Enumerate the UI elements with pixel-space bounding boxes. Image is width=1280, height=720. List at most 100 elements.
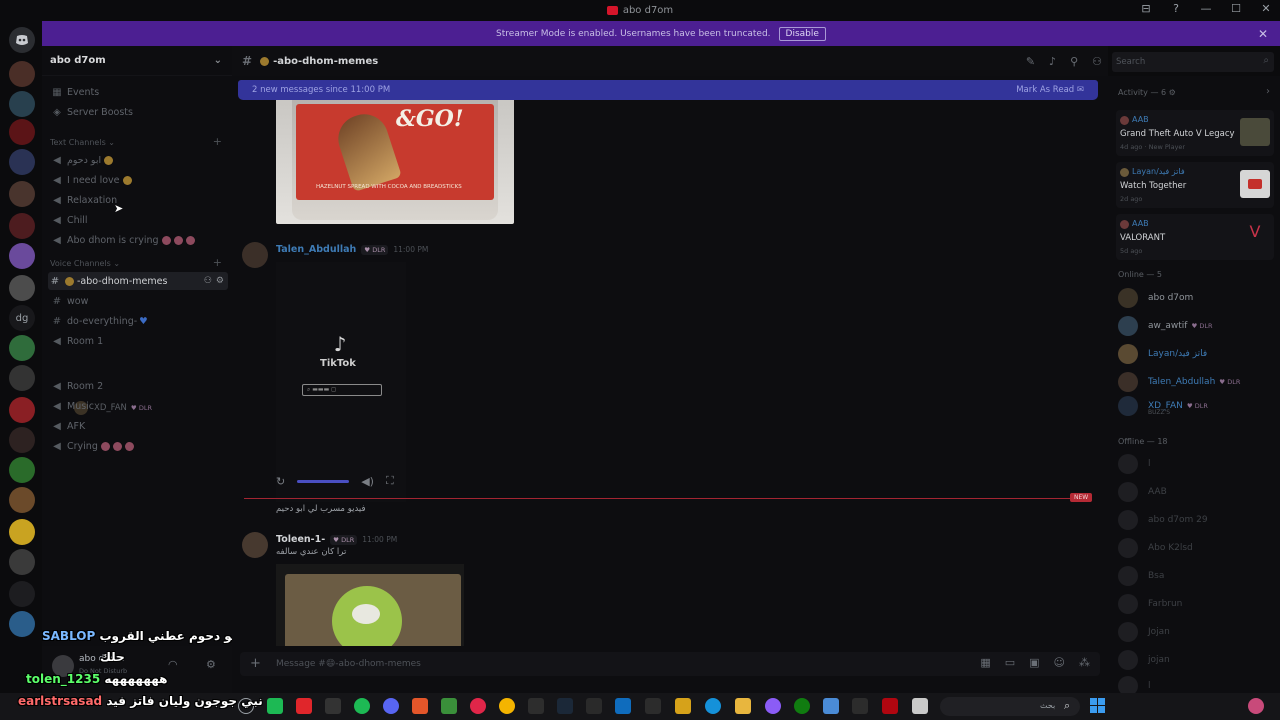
bell-icon[interactable]: ♪: [1049, 55, 1056, 68]
store-icon[interactable]: [645, 698, 661, 714]
member-item[interactable]: Jojan: [1118, 620, 1170, 644]
server-icon[interactable]: [9, 427, 35, 453]
edge-icon[interactable]: [705, 698, 721, 714]
add-channel-icon[interactable]: +: [213, 256, 222, 269]
gift-icon[interactable]: ▦: [980, 656, 990, 669]
category-text-channels[interactable]: Text Channels ⌄: [50, 138, 115, 147]
threads-icon[interactable]: ✎: [1026, 55, 1035, 68]
member-item[interactable]: Layan/فاتز فيد: [1118, 342, 1207, 366]
message-author[interactable]: Toleen-1-: [276, 534, 325, 545]
outlook-icon[interactable]: [615, 698, 631, 714]
image-attachment[interactable]: &GO! HAZELNUT SPREAD WITH COCOA AND BREA…: [276, 98, 514, 224]
app-icon[interactable]: [528, 698, 544, 714]
member-item[interactable]: aw_awtif ♥ DLR: [1118, 314, 1213, 338]
app-icon[interactable]: [912, 698, 928, 714]
channel-item[interactable]: ◀ AFK: [50, 417, 85, 435]
members-icon[interactable]: ⚇: [1092, 55, 1102, 68]
member-item[interactable]: XD_FAN ♥ DLR BUZZ'S: [1118, 394, 1208, 418]
youtube-icon[interactable]: [296, 698, 312, 714]
volume-slider[interactable]: [297, 479, 350, 483]
channel-item[interactable]: ◀ Abo dhom is crying: [50, 231, 195, 249]
message-author[interactable]: Talen_Abdullah: [276, 244, 356, 255]
pin-icon[interactable]: ⚲: [1070, 55, 1078, 68]
member-item[interactable]: Farbrun: [1118, 592, 1182, 616]
member-item[interactable]: l: [1118, 452, 1151, 476]
mark-as-read-button[interactable]: Mark As Read ✉: [1016, 85, 1084, 95]
channel-item[interactable]: ◀ Room 2: [50, 377, 103, 395]
add-channel-icon[interactable]: +: [213, 135, 222, 148]
activity-card[interactable]: AAB VALORANT 5d ago V: [1116, 214, 1274, 260]
app-icon[interactable]: [765, 698, 781, 714]
server-icon[interactable]: [9, 181, 35, 207]
close-banner-icon[interactable]: ✕: [1258, 27, 1268, 41]
headset-icon[interactable]: ◠: [168, 658, 178, 671]
server-icon[interactable]: [9, 549, 35, 575]
member-item[interactable]: Talen_Abdullah ♥ DLR: [1118, 370, 1240, 394]
app-icon[interactable]: [852, 698, 868, 714]
server-icon[interactable]: [9, 581, 35, 607]
steam-icon[interactable]: [557, 698, 573, 714]
disable-streamer-mode-button[interactable]: Disable: [778, 26, 826, 41]
channel-item[interactable]: ◀ Crying: [50, 437, 134, 455]
server-icon[interactable]: dg: [9, 305, 35, 331]
server-icon[interactable]: [9, 365, 35, 391]
search-input[interactable]: Search ⌕: [1112, 52, 1274, 72]
channel-item[interactable]: ◀ Music: [50, 397, 94, 415]
activity-card[interactable]: AAB Grand Theft Auto V Legacy 4d ago · N…: [1116, 110, 1274, 156]
invite-icon[interactable]: ⚇: [204, 276, 212, 286]
server-icon[interactable]: [9, 275, 35, 301]
server-icon[interactable]: [9, 519, 35, 545]
server-icon[interactable]: [9, 61, 35, 87]
new-messages-bar[interactable]: 2 new messages since 11:00 PM Mark As Re…: [238, 80, 1098, 100]
app-icon[interactable]: [412, 698, 428, 714]
message-input[interactable]: Message #😄-abo-dhom-memes: [240, 652, 1100, 676]
server-icon[interactable]: [9, 149, 35, 175]
sticker-icon[interactable]: ▣: [1029, 656, 1039, 669]
taskbar-search[interactable]: بحث ⌕: [940, 697, 1080, 716]
minecraft-icon[interactable]: [441, 698, 457, 714]
avatar[interactable]: [242, 532, 268, 558]
home-icon[interactable]: [9, 27, 35, 53]
channel-item[interactable]: ◀ Chill: [50, 211, 87, 229]
netflix-icon[interactable]: [882, 698, 898, 714]
channel-item[interactable]: ◀ Relaxation: [50, 191, 117, 209]
member-item[interactable]: l: [1118, 674, 1151, 693]
member-item[interactable]: jojan: [1118, 648, 1170, 672]
xbox-icon[interactable]: [794, 698, 810, 714]
chevron-right-icon[interactable]: ›: [1266, 86, 1270, 97]
channel-item[interactable]: ◀ I need love: [50, 171, 132, 189]
discord-icon[interactable]: [383, 698, 399, 714]
notification-icon[interactable]: [1248, 698, 1264, 714]
chrome-icon[interactable]: [499, 698, 515, 714]
fullscreen-icon[interactable]: ⛶: [386, 474, 394, 488]
guild-header[interactable]: abo d7om ⌄: [42, 46, 232, 76]
category-voice-channels[interactable]: Voice Channels ⌄: [50, 259, 120, 268]
avatar[interactable]: [242, 242, 268, 268]
server-icon[interactable]: [9, 243, 35, 269]
member-item[interactable]: Abo K2lsd: [1118, 536, 1193, 560]
gear-icon[interactable]: ⚙: [216, 276, 224, 286]
channel-item[interactable]: # do-everything- ♥: [50, 312, 148, 330]
add-attachment-icon[interactable]: +: [250, 656, 261, 671]
epic-games-icon[interactable]: [586, 698, 602, 714]
app-icon[interactable]: [675, 698, 691, 714]
channel-item-active[interactable]: # -abo-dhom-memes ⚇ ⚙: [48, 272, 228, 290]
replay-icon[interactable]: ↻: [276, 475, 285, 488]
minimize-button[interactable]: —: [1198, 2, 1214, 15]
help-icon[interactable]: ?: [1168, 2, 1184, 15]
sidebar-item-server-boosts[interactable]: ◈ Server Boosts: [50, 103, 133, 121]
gif-attachment[interactable]: [276, 564, 464, 646]
member-item[interactable]: Bsa: [1118, 564, 1164, 588]
app-icon[interactable]: [470, 698, 486, 714]
gif-icon[interactable]: ▭: [1005, 656, 1015, 669]
server-icon[interactable]: [9, 91, 35, 117]
server-icon[interactable]: [9, 119, 35, 145]
windows-start-icon[interactable]: [1090, 698, 1106, 714]
member-item[interactable]: abo d7om 29: [1118, 508, 1208, 532]
channel-item[interactable]: ◀ Room 1: [50, 332, 103, 350]
apps-icon[interactable]: ⁂: [1079, 656, 1090, 669]
server-icon[interactable]: [9, 397, 35, 423]
app-icon[interactable]: [823, 698, 839, 714]
gear-icon[interactable]: ⚙: [206, 658, 216, 671]
member-item[interactable]: AAB: [1118, 480, 1167, 504]
